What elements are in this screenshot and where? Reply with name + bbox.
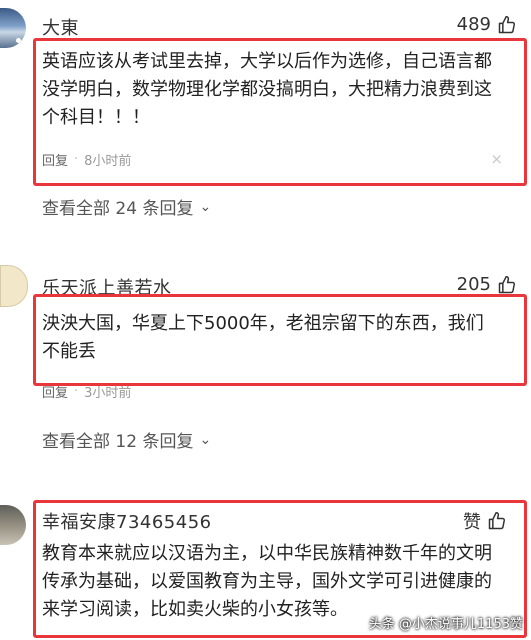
like-label: 赞 [463,512,481,533]
comment-line: 传承为基础，以爱国教育为主导，国外文学可引进健康的 [42,571,492,592]
comment-line: 个科目！！！ [42,107,150,128]
comment-line: 没学明白，数学物理化学都没搞明白，大把精力浪费到这 [42,79,492,100]
timestamp: 3小时前 [84,386,132,401]
thumbs-up-icon [498,275,516,293]
dot-separator: · [74,384,79,399]
thumbs-up-icon [498,15,516,33]
like-button[interactable]: 489 [457,14,517,35]
reply-row: 回复 · 8小时前 [42,150,131,169]
close-icon[interactable]: × [490,150,503,168]
reply-button[interactable]: 回复 [42,150,68,169]
avatar[interactable] [0,8,26,48]
watermark: 头条 @小杰说事儿1153赞 [368,617,523,632]
comment-line: 泱泱大国，华夏上下5000年，老祖宗留下的东西，我们 [42,313,484,334]
comment-text[interactable]: 教育本来就应以汉语为主，以中华民族精神数千年的文明 传承为基础，以爱国教育为主导… [42,540,492,624]
view-all-label: 查看全部 12 条回复 [42,432,194,452]
comment-line: 英语应该从考试里去掉，大学以后作为选修，自己语言都 [42,51,492,72]
view-all-replies[interactable]: 查看全部 12 条回复 ⌄ [42,427,212,453]
username[interactable]: 幸福安康73465456 [42,508,212,534]
like-count: 489 [456,14,491,35]
reply-button[interactable]: 回复 [42,382,68,401]
thumbs-up-icon [488,511,506,530]
username[interactable]: 大東 [42,14,79,40]
avatar[interactable] [0,505,26,545]
comment-line: 教育本来就应以汉语为主，以中华民族精神数千年的文明 [42,543,492,564]
timestamp: 8小时前 [84,154,132,169]
like-count: 205 [456,274,491,295]
avatar[interactable] [0,265,28,307]
like-button[interactable]: 205 [457,274,517,295]
chevron-down-icon: ⌄ [199,431,212,448]
dot-separator: · [74,152,79,167]
view-all-replies[interactable]: 查看全部 24 条回复 ⌄ [42,194,212,220]
reply-row: 回复 · 3小时前 [42,382,131,401]
chevron-down-icon: ⌄ [199,198,212,215]
comment-text[interactable]: 英语应该从考试里去掉，大学以后作为选修，自己语言都 没学明白，数学物理化学都没搞… [42,48,492,132]
view-all-label: 查看全部 24 条回复 [42,199,194,219]
comment-text[interactable]: 泱泱大国，华夏上下5000年，老祖宗留下的东西，我们 不能丢 [42,310,484,366]
like-button[interactable]: 赞 [463,508,507,534]
comment-line: 不能丢 [42,341,96,362]
